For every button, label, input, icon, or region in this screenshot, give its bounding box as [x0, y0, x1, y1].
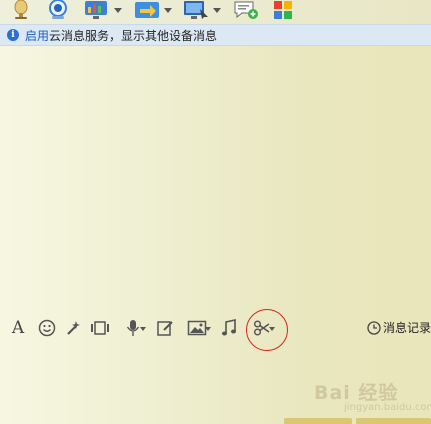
microphone-icon[interactable] — [10, 0, 32, 20]
image-icon[interactable] — [180, 318, 214, 338]
message-history-label: 消息记录 — [383, 321, 431, 335]
apps-icon[interactable] — [272, 0, 296, 20]
watermark: Bai 经验 jingyan.baidu.com — [314, 382, 431, 413]
enable-link[interactable]: 启用 — [25, 27, 49, 44]
new-chat-icon[interactable] — [233, 0, 259, 20]
top-toolbar — [0, 0, 431, 24]
clock-icon — [367, 320, 381, 335]
notice-text: 云消息服务，显示其他设备消息 — [49, 28, 218, 43]
voice-icon[interactable] — [117, 318, 149, 338]
send-button[interactable] — [356, 418, 431, 424]
font-icon[interactable]: A — [9, 318, 27, 338]
chevron-down-icon[interactable] — [114, 8, 122, 13]
chevron-down-icon[interactable] — [140, 327, 146, 331]
screenshot-frame-icon[interactable] — [90, 318, 110, 338]
info-icon: i — [7, 29, 19, 41]
remote-desktop-icon[interactable] — [183, 0, 223, 20]
magic-icon[interactable] — [64, 318, 84, 338]
chat-history-area[interactable] — [0, 46, 431, 314]
chevron-down-icon[interactable] — [213, 8, 221, 13]
screen-share-icon[interactable] — [84, 0, 124, 20]
cloud-message-notice: i 启用 云消息服务，显示其他设备消息 — [0, 24, 431, 46]
file-transfer-icon[interactable] — [134, 0, 174, 20]
chevron-down-icon[interactable] — [205, 327, 211, 331]
message-history-button[interactable]: 消息记录 — [367, 319, 431, 336]
webcam-icon[interactable] — [46, 0, 70, 20]
music-icon[interactable] — [219, 318, 239, 338]
emoji-icon[interactable] — [37, 318, 57, 338]
chevron-down-icon[interactable] — [164, 8, 172, 13]
close-button[interactable] — [284, 418, 352, 424]
edit-icon[interactable] — [155, 318, 175, 338]
